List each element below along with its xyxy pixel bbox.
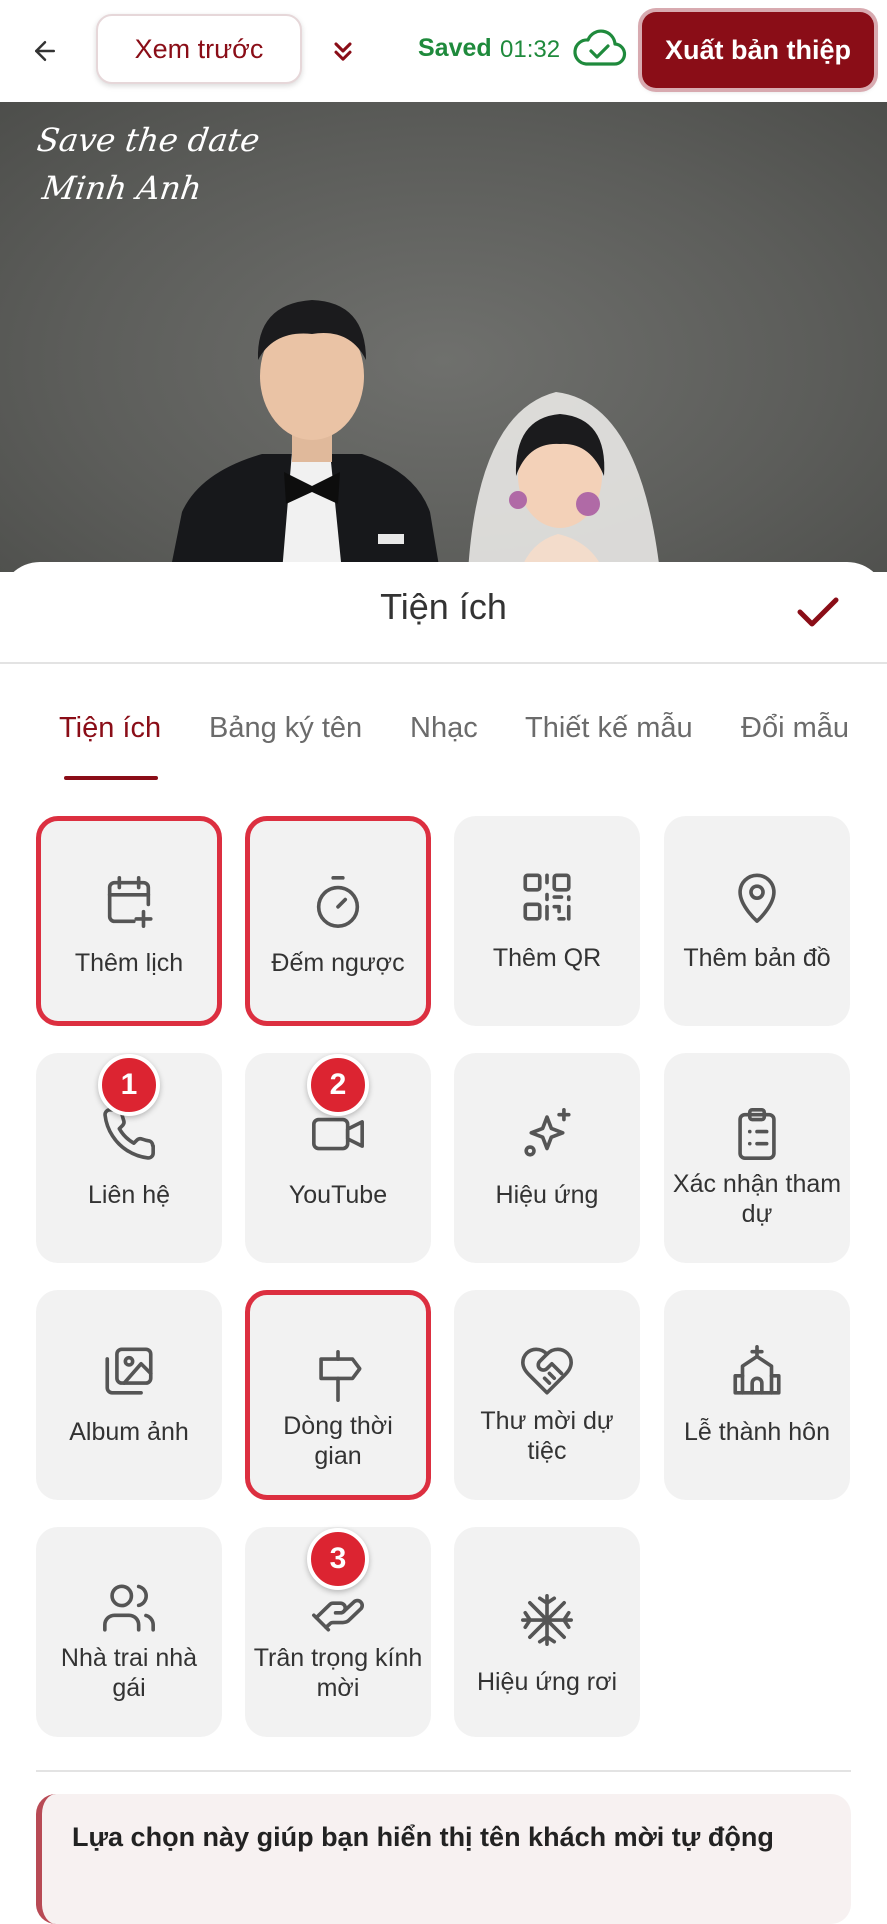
arrow-left-icon	[35, 41, 55, 61]
info-box: Lựa chọn này giúp bạn hiển thị tên khách…	[36, 1794, 851, 1924]
tile-label: Thư mời dự tiệc	[480, 1407, 614, 1465]
tile-label: Thêm bản đồ	[683, 944, 831, 972]
tile-them-ban-do[interactable]: Thêm bản đồ	[664, 816, 850, 1026]
utilities-sheet: Tiện ích Tiện ích Bảng ký tên Nhạc Thiết…	[0, 562, 887, 1924]
tile-label: Hiệu ứng rơi	[476, 1668, 618, 1696]
tab-doi-mau[interactable]: Đổi mẫu	[741, 712, 849, 745]
preview-button[interactable]: Xem trước	[96, 14, 302, 84]
church-icon	[733, 1345, 781, 1395]
users-icon	[103, 1584, 155, 1632]
top-bar: Xem trước Saved 01:32 Xuất bản thiệp	[0, 0, 887, 102]
tile-them-qr[interactable]: Thêm QR	[454, 816, 640, 1026]
clipboard-icon	[738, 1108, 776, 1160]
tile-hieu-ung-roi[interactable]: Hiệu ứng rơi	[454, 1527, 640, 1737]
tile-label: Liên hệ	[87, 1181, 171, 1209]
tile-album-anh[interactable]: Album ảnh	[36, 1290, 222, 1500]
tile-them-lich[interactable]: Thêm lịch	[36, 816, 222, 1026]
saved-status: Saved	[418, 34, 492, 62]
sparkles-icon	[524, 1108, 571, 1157]
qr-code-icon	[523, 873, 571, 921]
section-divider	[36, 1770, 851, 1772]
tile-dem-nguoc[interactable]: Đếm ngược	[245, 816, 431, 1026]
sheet-title: Tiện ích	[380, 586, 507, 627]
double-chevron-down-icon	[334, 42, 352, 61]
wedding-photo-preview: Save the date Minh Anh	[0, 102, 887, 572]
save-the-date-script: Save the date Minh Anh	[27, 116, 263, 212]
tab-nhac[interactable]: Nhạc	[410, 712, 478, 745]
check-icon[interactable]	[794, 592, 842, 632]
tab-thiet-ke-mau[interactable]: Thiết kế mẫu	[525, 712, 693, 745]
export-button-label: Xuất bản thiệp	[664, 34, 851, 65]
tile-label: Dòng thời gian	[283, 1412, 393, 1470]
expand-button[interactable]	[322, 30, 364, 72]
tile-nha-trai-nha-gai[interactable]: Nhà trai nhà gái	[36, 1527, 222, 1737]
stopwatch-icon	[316, 876, 360, 928]
snowflake-icon	[521, 1594, 573, 1646]
preview-button-label: Xem trước	[134, 33, 264, 64]
tile-label: Thêm lịch	[74, 949, 184, 977]
tile-hieu-ung[interactable]: Hiệu ứng	[454, 1053, 640, 1263]
tile-label: YouTube	[288, 1181, 388, 1209]
info-text: Lựa chọn này giúp bạn hiển thị tên khách…	[72, 1822, 774, 1852]
back-button[interactable]	[24, 30, 66, 72]
tab-tien-ich[interactable]: Tiện ích	[59, 712, 161, 745]
cloud-check-icon	[573, 29, 627, 66]
tile-label: Album ảnh	[69, 1418, 189, 1446]
tile-thu-moi-du-tiec[interactable]: Thư mời dự tiệc	[454, 1290, 640, 1500]
signpost-icon	[319, 1350, 362, 1402]
step-badge-2: 2	[307, 1054, 369, 1116]
header-divider	[0, 662, 887, 664]
tile-label: Xác nhận tham dự	[672, 1170, 842, 1228]
active-tab-indicator	[64, 776, 158, 780]
tile-xac-nhan-tham-du[interactable]: Xác nhận tham dự	[664, 1053, 850, 1263]
tile-dong-thoi-gian[interactable]: Dòng thời gian	[245, 1290, 431, 1500]
saved-time: 01:32	[500, 36, 561, 63]
photo-album-icon	[105, 1347, 153, 1395]
script-line-1: Save the date	[34, 121, 263, 159]
step-badge-3: 3	[307, 1528, 369, 1590]
map-pin-icon	[738, 873, 776, 923]
script-line-2: Minh Anh	[39, 169, 205, 207]
heart-handshake-icon	[521, 1347, 573, 1395]
calendar-plus-icon	[107, 876, 153, 928]
tile-label: Trân trọng kính mời	[253, 1644, 423, 1702]
tile-label: Hiệu ứng	[495, 1181, 599, 1209]
export-button[interactable]: Xuất bản thiệp	[642, 12, 874, 88]
tile-label: Thêm QR	[492, 944, 602, 972]
tile-label: Nhà trai nhà gái	[60, 1644, 198, 1702]
step-badge-1: 1	[98, 1054, 160, 1116]
tile-le-thanh-hon[interactable]: Lễ thành hôn	[664, 1290, 850, 1500]
tile-label: Lễ thành hôn	[684, 1418, 830, 1446]
tab-bang-ky-ten[interactable]: Bảng ký tên	[209, 712, 362, 745]
tile-label: Đếm ngược	[271, 949, 405, 977]
